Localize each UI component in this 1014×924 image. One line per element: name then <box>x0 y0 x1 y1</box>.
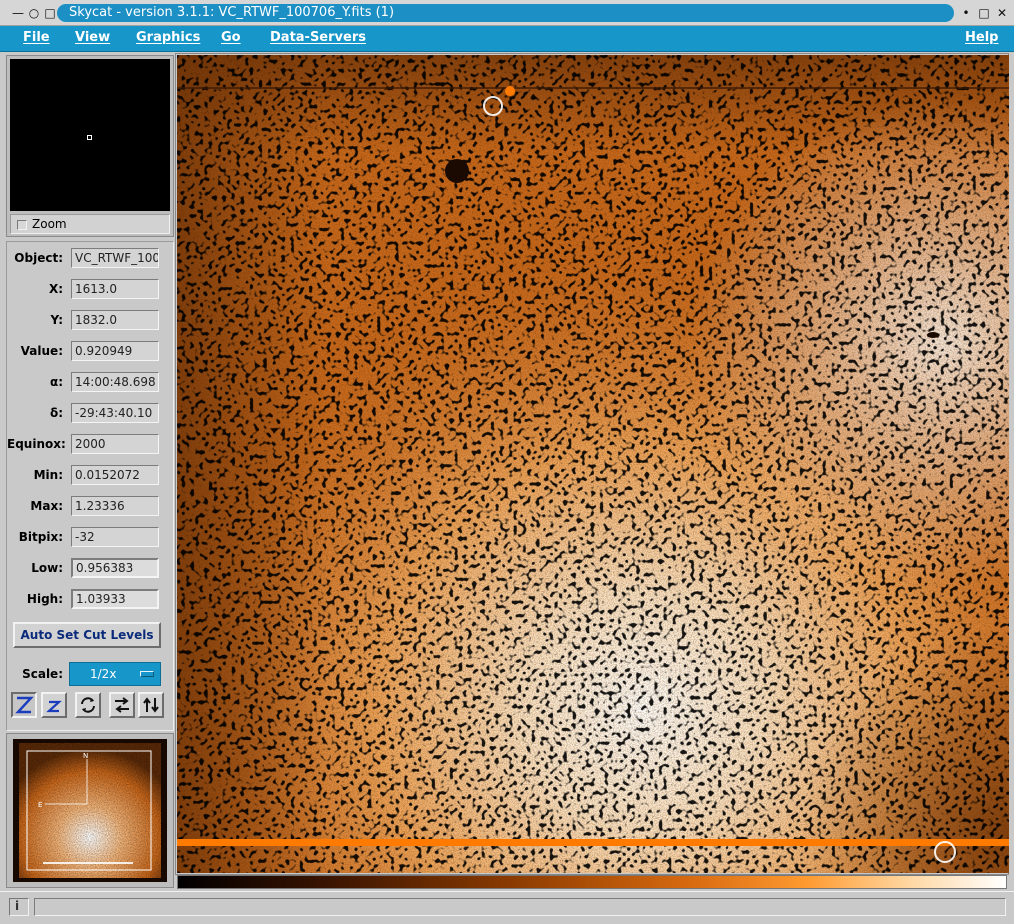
x-label: X: <box>48 282 63 296</box>
menu-bar: File View Graphics Go Data-Servers Help <box>0 26 1014 52</box>
title-bar: — ○ □ Skycat - version 3.1.1: VC_RTWF_10… <box>0 0 1014 26</box>
menu-data-servers[interactable]: Data-Servers <box>270 30 366 45</box>
y-field[interactable]: 1832.0 <box>71 310 159 330</box>
minimize-icon[interactable]: • <box>958 5 974 21</box>
high-cut-input[interactable]: 1.03933 <box>71 589 159 609</box>
menu-go[interactable]: Go <box>221 30 241 45</box>
bright-stripe <box>177 839 1009 846</box>
zoom-toggle[interactable]: Zoom <box>10 214 170 234</box>
min-label: Min: <box>33 468 63 482</box>
bitpix-field[interactable]: -32 <box>71 527 159 547</box>
colorbar[interactable] <box>177 875 1007 889</box>
scale-label: Scale: <box>22 667 63 681</box>
value-label: Value: <box>20 344 63 358</box>
menu-graphics[interactable]: Graphics <box>136 30 200 45</box>
auto-set-cut-levels-button[interactable]: Auto Set Cut Levels <box>13 622 161 648</box>
info-icon[interactable]: i <box>9 898 29 916</box>
object-label: Object: <box>14 251 63 265</box>
y-label: Y: <box>50 313 63 327</box>
skycat-window: — ○ □ Skycat - version 3.1.1: VC_RTWF_10… <box>0 0 1014 924</box>
zoom-in-icon <box>15 696 34 714</box>
window-pin-icon[interactable]: □ <box>42 5 58 21</box>
window-shade-icon[interactable]: ○ <box>26 5 42 21</box>
menu-help[interactable]: Help <box>965 30 998 45</box>
scale-menubutton[interactable]: 1/2x <box>69 662 161 686</box>
equinox-label: Equinox: <box>7 437 66 451</box>
zoom-cursor-marker <box>87 135 92 140</box>
svg-text:N: N <box>83 752 88 760</box>
panner-panel: N E <box>6 733 174 888</box>
zoom-panel: Zoom <box>6 55 174 237</box>
zoom-view[interactable] <box>10 59 170 211</box>
zoom-in-button[interactable] <box>11 692 37 718</box>
dec-label: δ: <box>49 406 63 420</box>
rotate-button[interactable] <box>75 692 101 718</box>
ra-label: α: <box>49 375 63 389</box>
low-label: Low: <box>31 561 63 575</box>
scale-value: 1/2x <box>90 667 117 681</box>
zoom-out-icon <box>46 700 62 713</box>
info-icon-glyph: i <box>15 899 20 913</box>
max-field[interactable]: 1.23336 <box>71 496 159 516</box>
status-bar: i <box>0 891 1014 924</box>
svg-text:E: E <box>38 801 42 809</box>
dec-field[interactable]: -29:43:40.10 <box>71 403 159 423</box>
bright-star <box>445 159 469 183</box>
high-label: High: <box>26 592 63 606</box>
menu-file[interactable]: File <box>23 30 50 45</box>
value-field[interactable]: 0.920949 <box>71 341 159 361</box>
x-field[interactable]: 1613.0 <box>71 279 159 299</box>
min-field[interactable]: 0.0152072 <box>71 465 159 485</box>
zoom-label: Zoom <box>32 217 67 231</box>
rotate-icon <box>81 697 95 713</box>
window-title: Skycat - version 3.1.1: VC_RTWF_100706_Y… <box>57 4 954 22</box>
maximize-icon[interactable]: □ <box>976 5 992 21</box>
flip-y-icon <box>143 697 159 713</box>
image-display[interactable] <box>175 53 1009 875</box>
ra-field[interactable]: 14:00:48.698 <box>71 372 159 392</box>
flip-y-button[interactable] <box>138 692 164 718</box>
zoom-checkbox[interactable] <box>17 220 27 230</box>
flip-x-button[interactable] <box>109 692 135 718</box>
status-message <box>34 898 1006 916</box>
max-label: Max: <box>30 499 63 513</box>
fits-image[interactable] <box>177 55 1009 873</box>
panner-image[interactable]: N E <box>13 739 167 882</box>
object-field[interactable]: VC_RTWF_100 <box>71 248 159 268</box>
zoom-out-button[interactable] <box>41 692 67 718</box>
low-cut-input[interactable]: 0.956383 <box>71 558 159 578</box>
bitpix-label: Bitpix: <box>18 530 63 544</box>
scale-dropdown-indicator <box>140 671 154 677</box>
close-icon[interactable]: ✕ <box>994 5 1010 21</box>
flip-x-icon <box>115 697 129 713</box>
menu-view[interactable]: View <box>75 30 110 45</box>
window-menu-icon[interactable]: — <box>10 5 26 21</box>
equinox-field[interactable]: 2000 <box>71 434 159 454</box>
info-panel: Object: VC_RTWF_100 X: 1613.0 Y: 1832.0 … <box>6 241 174 731</box>
